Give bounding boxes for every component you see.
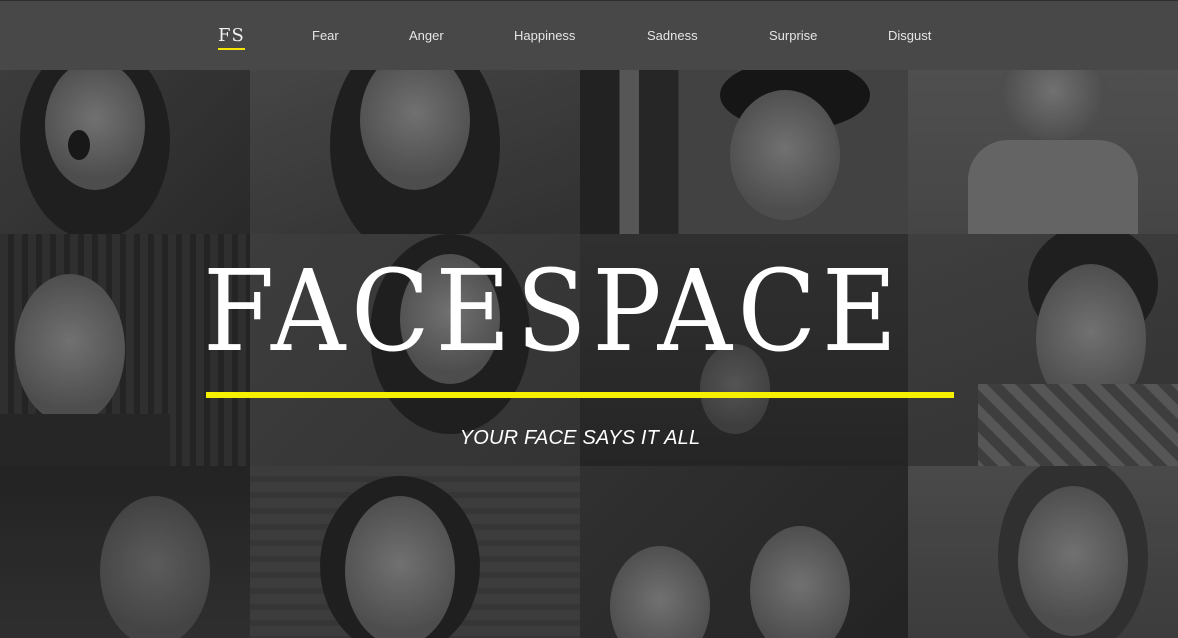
nav-link-anger[interactable]: Anger xyxy=(409,28,444,43)
nav-link-sadness[interactable]: Sadness xyxy=(647,28,698,43)
nav-link-fear[interactable]: Fear xyxy=(312,28,339,43)
hero-title: FACESPACE xyxy=(203,247,903,377)
top-navbar: FS Fear Anger Happiness Sadness Surprise… xyxy=(0,0,1178,70)
hero-accent-rule xyxy=(206,392,954,398)
hero-tagline: YOUR FACE SAYS IT ALL xyxy=(459,427,701,449)
nav-link-disgust[interactable]: Disgust xyxy=(888,28,931,43)
nav-link-happiness[interactable]: Happiness xyxy=(514,28,575,43)
nav-link-surprise[interactable]: Surprise xyxy=(769,28,817,43)
brand-logo-link[interactable]: FS xyxy=(218,25,245,50)
